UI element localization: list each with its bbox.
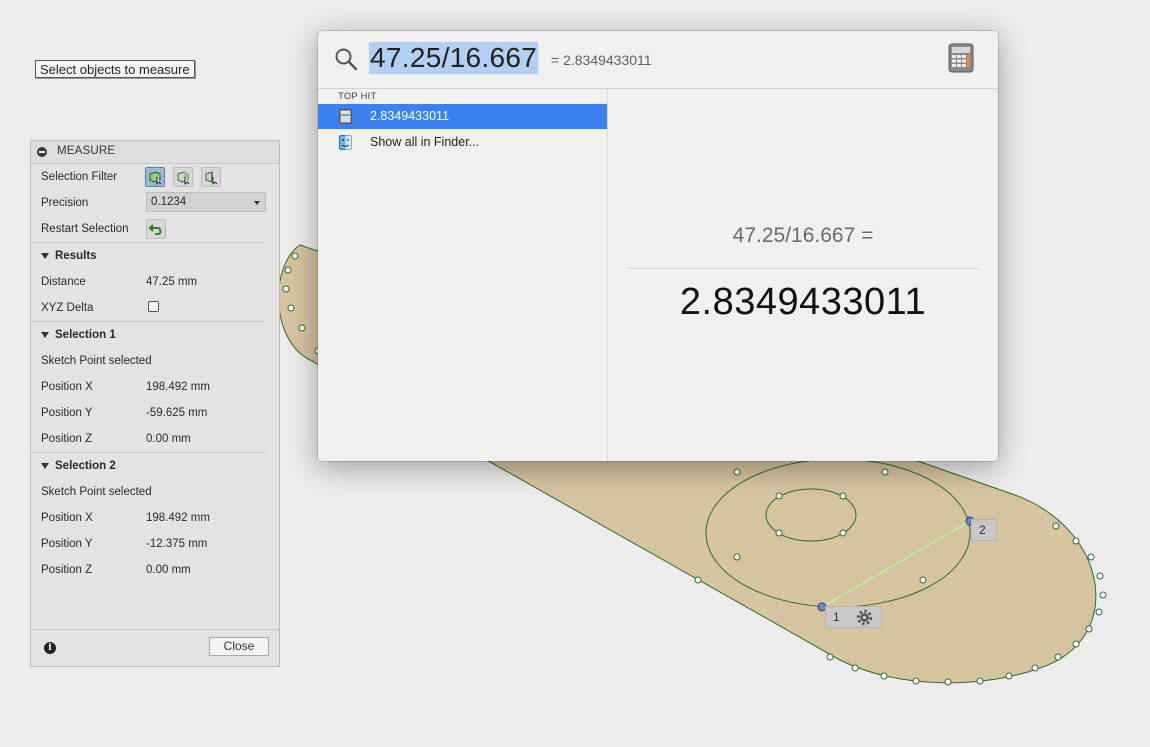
section-expanded-icon <box>41 332 49 338</box>
edge-select-icon <box>205 171 218 185</box>
measure-panel-header[interactable]: MEASURE <box>31 141 279 164</box>
spotlight-results-list: TOP HIT 2.8349433011 Show all in Finder.… <box>318 89 608 461</box>
selection-1-status-row: Sketch Point selected <box>41 355 152 367</box>
precision-value: 0.1234 <box>151 196 187 208</box>
preview-expression: 47.25/16.667 = <box>732 224 874 247</box>
result-item-show-all-in-finder[interactable]: Show all in Finder... <box>318 130 607 155</box>
precision-row: Precision 0.1234 <box>31 190 279 216</box>
measure-panel-title: MEASURE <box>57 145 116 157</box>
restart-selection-label: Restart Selection <box>41 223 129 235</box>
calculator-icon <box>948 43 974 73</box>
inline-result: = 2.8349433011 <box>551 52 652 68</box>
search-icon <box>335 48 358 71</box>
point-1-label: 1 <box>825 606 882 628</box>
info-icon[interactable]: i <box>44 642 56 654</box>
distance-value: 47.25 mm <box>146 276 198 288</box>
selection-2-position-x: Position X 198.492 mm <box>41 512 210 524</box>
restart-arrow-icon <box>148 224 162 235</box>
xyz-delta-checkbox[interactable] <box>148 301 159 312</box>
gear-icon[interactable] <box>856 609 873 626</box>
selection-2-status-row: Sketch Point selected <box>41 486 152 498</box>
results-category-label: TOP HIT <box>338 91 377 102</box>
body-select-icon <box>149 171 162 185</box>
spotlight-search-bar[interactable]: 47.25/16.667 = 2.8349433011 <box>318 31 998 89</box>
precision-label: Precision <box>41 197 89 209</box>
face-select-icon <box>177 171 190 185</box>
selection-1-section-header[interactable]: Selection 1 <box>31 321 265 348</box>
finder-icon <box>339 135 352 150</box>
measure-panel: MEASURE Selection Filter Precision 0.123… <box>30 140 280 667</box>
selection-1-position-y: Position Y -59.625 mm <box>41 407 208 419</box>
xyz-delta-row: XYZ Delta <box>31 295 279 321</box>
spotlight-window: 47.25/16.667 = 2.8349433011 TOP HIT 2.83… <box>318 31 998 461</box>
dropdown-caret-icon <box>254 201 260 205</box>
section-expanded-icon <box>41 253 49 259</box>
calculator-icon <box>339 109 352 124</box>
result-item-calculation[interactable]: 2.8349433011 <box>318 104 607 129</box>
selection-1-position-z: Position Z 0.00 mm <box>41 433 191 445</box>
close-button[interactable]: Close <box>209 637 269 656</box>
section-expanded-icon <box>41 463 49 469</box>
selection-filter-label: Selection Filter <box>41 171 118 183</box>
selection-2-section-header[interactable]: Selection 2 <box>31 452 265 479</box>
measure-panel-footer: i Close <box>31 629 279 666</box>
measure-hint-tooltip: Select objects to measure <box>35 60 195 78</box>
selection-filter-row: Selection Filter <box>31 164 279 190</box>
preview-result: 2.8349433011 <box>679 281 927 323</box>
selection-2-position-y: Position Y -12.375 mm <box>41 538 208 550</box>
preview-divider <box>628 268 978 269</box>
point-2-label: 2 <box>971 519 997 541</box>
selection-1-position-x: Position X 198.492 mm <box>41 381 210 393</box>
results-section-header[interactable]: Results <box>31 242 265 269</box>
selection-2-position-z: Position Z 0.00 mm <box>41 564 191 576</box>
collapse-icon[interactable] <box>37 147 47 157</box>
restart-selection-row: Restart Selection <box>31 216 279 242</box>
distance-row: Distance 47.25 mm <box>41 276 198 288</box>
select-faces-filter-button[interactable] <box>173 167 193 187</box>
spotlight-preview-pane: 47.25/16.667 = 2.8349433011 <box>608 89 998 461</box>
select-edges-filter-button[interactable] <box>201 167 221 187</box>
select-bodies-filter-button[interactable] <box>145 167 165 187</box>
restart-selection-button[interactable] <box>146 219 166 239</box>
spotlight-search-input[interactable]: 47.25/16.667 <box>369 42 539 74</box>
precision-dropdown[interactable]: 0.1234 <box>146 192 266 212</box>
